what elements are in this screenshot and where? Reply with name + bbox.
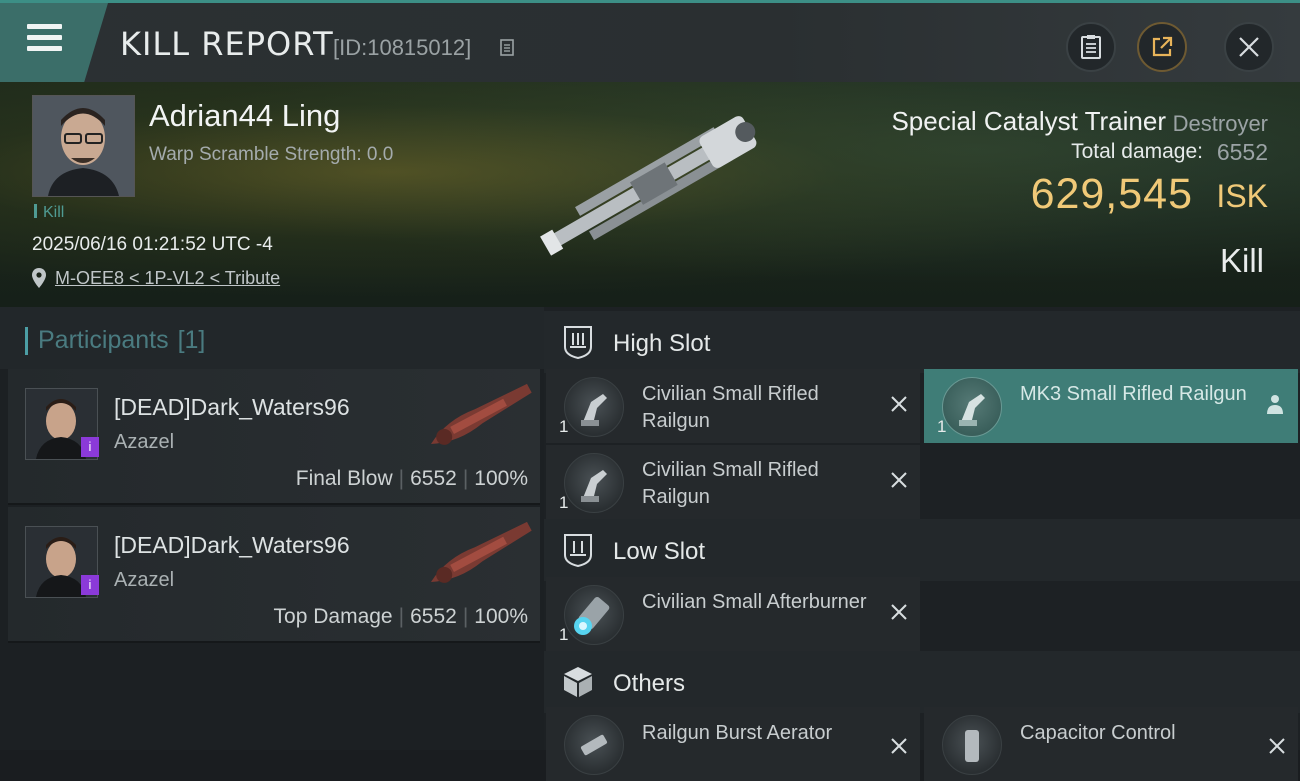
participant-stats: Top Damage | 6552 | 100%: [273, 605, 528, 628]
destroyed-x-icon: [891, 396, 907, 412]
participant-corp[interactable]: Azazel: [114, 569, 174, 592]
participant-damage: 6552: [410, 467, 457, 490]
module-quantity: 1: [559, 493, 569, 512]
ship-class: Destroyer: [1172, 111, 1268, 136]
participant-percent: 100%: [474, 467, 528, 490]
total-damage-value: 6552: [1216, 139, 1268, 165]
clipboard-icon: [1081, 35, 1101, 59]
participants-header: Participants [1]: [0, 307, 544, 369]
railgun-icon: [942, 377, 1002, 437]
cargo-box-icon: [564, 667, 592, 697]
module-name: Railgun Burst Aerator: [642, 722, 833, 744]
participant-damage: 6552: [410, 605, 457, 628]
kill-result: Kill: [1219, 242, 1264, 279]
module-item[interactable]: 1 Civilian Small Afterburner: [546, 577, 920, 651]
victim-avatar[interactable]: [32, 95, 135, 197]
module-name: Civilian Small Rifled Railgun: [642, 459, 819, 508]
module-item[interactable]: 1 Civilian Small Rifled Railgun: [546, 445, 920, 519]
isk-value: 629,545: [1030, 170, 1193, 218]
destroyed-x-icon: [891, 738, 907, 754]
participants-panel: Participants [1] i [DEAD]Dark_Waters96 A…: [0, 307, 544, 750]
railgun-icon: [564, 453, 624, 513]
participant-row[interactable]: i [DEAD]Dark_Waters96 Azazel Final Blow |…: [8, 369, 540, 505]
menu-button[interactable]: [0, 3, 108, 82]
participant-name[interactable]: [DEAD]Dark_Waters96: [114, 394, 350, 421]
participant-stats: Final Blow | 6552 | 100%: [295, 467, 528, 490]
low-slot-icon: [564, 534, 592, 567]
share-button[interactable]: [1137, 22, 1187, 72]
module-item[interactable]: Capacitor Control: [924, 707, 1298, 781]
high-slot-icon: [564, 326, 592, 359]
destroyed-ship-image: [540, 116, 757, 256]
module-name: Civilian Small Rifled Railgun: [642, 383, 819, 432]
participant-info-badge[interactable]: i: [81, 437, 99, 457]
fitting-panel: High Slot 1 Civilian Small Rifled Railgu…: [544, 307, 1300, 781]
close-icon: [1239, 37, 1259, 57]
isk-unit: ISK: [1216, 178, 1268, 214]
kill-timestamp: 2025/06/16 01:21:52 UTC -4: [32, 234, 273, 255]
module-quantity: 1: [559, 625, 569, 644]
participant-info-badge[interactable]: i: [81, 575, 99, 595]
others-header: Others: [544, 651, 1300, 713]
report-id: [ID:10815012]: [333, 35, 472, 60]
participant-corp[interactable]: Azazel: [114, 431, 174, 454]
burst-aerator-icon: [564, 715, 624, 775]
total-damage-label: Total damage:: [1071, 140, 1203, 163]
participant-ship-image: [430, 521, 532, 583]
warp-scramble-strength: Warp Scramble Strength: 0.0: [149, 144, 394, 165]
participant-percent: 100%: [474, 605, 528, 628]
participant-name[interactable]: [DEAD]Dark_Waters96: [114, 532, 350, 559]
person-icon: [1267, 395, 1283, 414]
low-slot-title: Low Slot: [613, 538, 706, 565]
hamburger-menu-icon[interactable]: [27, 24, 62, 52]
top-bar: KILL REPORT [ID:10815012]: [0, 0, 1300, 82]
close-button[interactable]: [1224, 22, 1274, 72]
kill-location-link[interactable]: M-OEE8 < 1P-VL2 < Tribute: [55, 268, 280, 289]
participant-role: Top Damage: [273, 605, 393, 628]
page-title: KILL REPORT: [120, 25, 334, 63]
destroyed-x-icon: [1269, 738, 1285, 754]
low-slot-header: Low Slot: [544, 519, 1300, 581]
module-quantity: 1: [937, 417, 947, 436]
module-name: Capacitor Control: [1020, 722, 1176, 744]
copy-icon[interactable]: [500, 39, 516, 57]
high-slot-title: High Slot: [613, 330, 711, 357]
share-icon: [1152, 36, 1173, 57]
notes-button[interactable]: [1066, 22, 1116, 72]
participant-role: Final Blow: [295, 467, 393, 490]
module-name: MK3 Small Rifled Railgun: [1020, 383, 1247, 405]
participant-row[interactable]: i [DEAD]Dark_Waters96 Azazel Top Damage |…: [8, 507, 540, 643]
participant-ship-image: [430, 383, 532, 445]
destroyed-x-icon: [891, 604, 907, 620]
module-item[interactable]: 1 MK3 Small Rifled Railgun: [924, 369, 1298, 443]
afterburner-icon: [564, 585, 624, 645]
others-title: Others: [613, 670, 686, 697]
participants-title: Participants [1]: [24, 326, 205, 355]
ship-name[interactable]: Special Catalyst Trainer: [891, 106, 1166, 137]
victim-name[interactable]: Adrian44 Ling: [149, 98, 340, 134]
module-item[interactable]: 1 Civilian Small Rifled Railgun: [546, 369, 920, 443]
victim-summary-banner: Adrian44 Ling Warp Scramble Strength: 0.…: [0, 82, 1300, 307]
kill-tag: Kill: [34, 204, 64, 222]
capacitor-control-icon: [942, 715, 1002, 775]
destroyed-x-icon: [891, 472, 907, 488]
high-slot-header: High Slot: [544, 311, 1300, 373]
railgun-icon: [564, 377, 624, 437]
location-pin-icon: [32, 268, 46, 288]
module-quantity: 1: [559, 417, 569, 436]
module-item[interactable]: Railgun Burst Aerator: [546, 707, 920, 781]
module-name: Civilian Small Afterburner: [642, 591, 867, 613]
